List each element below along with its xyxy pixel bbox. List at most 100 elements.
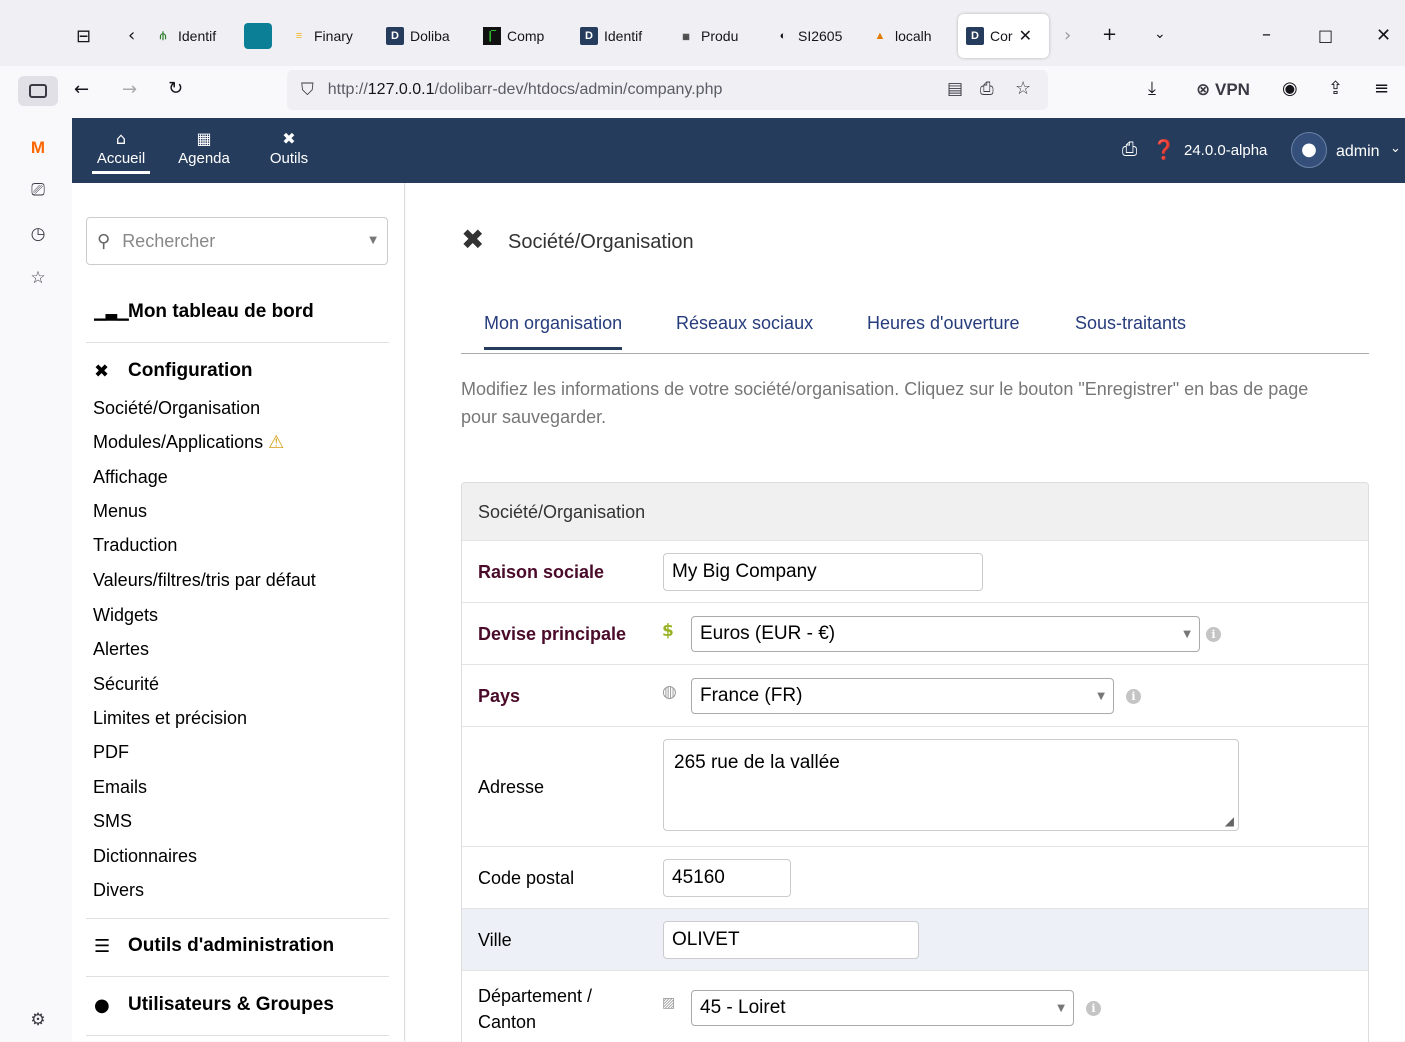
name-input[interactable]: My Big Company	[663, 553, 983, 591]
browser-tab[interactable]: ≡ Finary	[290, 14, 370, 58]
menu-configuration[interactable]: ✖ Configuration	[94, 360, 253, 382]
menu-item-affichage[interactable]: Affichage	[93, 467, 168, 488]
tab-scroll-left-icon[interactable]: ‹	[128, 25, 135, 46]
intro-line-1: Modifiez les informations de votre socié…	[461, 379, 1309, 399]
bookmark-star-icon[interactable]: ☆	[1015, 78, 1031, 99]
shield-icon[interactable]: ⛉	[301, 80, 314, 100]
help-icon[interactable]: ❓	[1152, 138, 1176, 161]
forward-arrow-icon[interactable]: →	[122, 79, 137, 100]
reload-icon[interactable]: ↻	[168, 78, 183, 99]
row-departement: Département / Canton ▨ 45 - Loiret ▼ i	[462, 970, 1368, 1042]
url-path: /dolibarr-dev/htdocs/admin/company.php	[434, 81, 723, 98]
state-select[interactable]: 45 - Loiret ▼	[691, 990, 1074, 1026]
sidebar-toggle-icon[interactable]	[18, 76, 58, 106]
finary-icon: ≡	[295, 30, 303, 42]
info-icon[interactable]: i	[1126, 689, 1141, 704]
menu-admin-tools[interactable]: ☰ Outils d'administration	[94, 935, 334, 957]
browser-tab[interactable]	[244, 14, 274, 58]
menu-item-widgets[interactable]: Widgets	[93, 605, 158, 626]
warning-icon: ⚠	[268, 432, 285, 453]
info-icon[interactable]: i	[1206, 627, 1221, 642]
back-arrow-icon[interactable]: ←	[74, 79, 89, 100]
new-tab-icon[interactable]: +	[1102, 24, 1117, 45]
menu-users-groups[interactable]: ● Utilisateurs & Groupes	[94, 994, 334, 1016]
topmenu-agenda[interactable]: ▦ Agenda	[172, 128, 236, 167]
menu-item-sms[interactable]: SMS	[93, 811, 132, 832]
mozilla-m-icon[interactable]: M	[26, 136, 50, 160]
topmenu-outils[interactable]: ✖ Outils	[260, 128, 318, 167]
zip-input[interactable]: 45160	[663, 859, 791, 897]
browser-tab-label: Identif	[178, 28, 217, 44]
state-selected-value: 45 - Loiret	[700, 997, 786, 1018]
currency-select[interactable]: Euros (EUR - €) ▼	[691, 616, 1200, 652]
menu-item-valeurs[interactable]: Valeurs/filtres/tris par défaut	[93, 570, 316, 591]
account-icon[interactable]: ◉	[1282, 78, 1298, 99]
tab-reseaux-sociaux[interactable]: Réseaux sociaux	[676, 313, 813, 334]
search-dropdown-arrow-icon[interactable]: ▼	[369, 235, 377, 246]
menu-dashboard[interactable]: ▁▃▁ Mon tableau de bord	[94, 301, 314, 323]
left-menu: ⚲ Rechercher ▼ ▁▃▁ Mon tableau de bord ✖…	[72, 183, 405, 1041]
search-input[interactable]: ⚲ Rechercher ▼	[86, 217, 388, 265]
menu-item-pdf[interactable]: PDF	[93, 742, 129, 763]
synced-tabs-icon[interactable]: ⎚	[26, 178, 50, 202]
topmenu-label: Agenda	[178, 150, 230, 167]
resize-handle-icon[interactable]: ◢	[1225, 814, 1234, 828]
dolibarr-top-bar: ⌂ Accueil ▦ Agenda ✖ Outils ⎙ ❓ 24.0.0-a…	[72, 118, 1405, 183]
menu-item-alertes[interactable]: Alertes	[93, 639, 149, 660]
tab-heures-ouverture[interactable]: Heures d'ouverture	[867, 313, 1020, 334]
tab-mon-organisation[interactable]: Mon organisation	[484, 313, 623, 350]
tab-overflow-chevron-icon[interactable]: ⌄	[1154, 26, 1166, 42]
version-label: 24.0.0-alpha	[1184, 142, 1268, 159]
user-name[interactable]: admin	[1336, 143, 1380, 161]
menu-admin-tools-label: Outils d'administration	[128, 935, 335, 956]
browser-tab[interactable]: |‾ Comp	[483, 14, 563, 58]
menu-item-modules[interactable]: Modules/Applications ⚠	[93, 432, 284, 453]
browser-tab[interactable]: D Doliba	[386, 14, 466, 58]
browser-tab[interactable]: ⫛ Identif	[154, 14, 234, 58]
info-icon[interactable]: i	[1086, 1001, 1101, 1016]
print-icon[interactable]: ⎙	[1122, 138, 1137, 160]
history-clock-icon[interactable]: ◷	[26, 222, 50, 246]
browser-tab-active[interactable]: D Cor ✕	[958, 14, 1049, 58]
menu-item-limites[interactable]: Limites et précision	[93, 708, 247, 729]
browser-toolbar: ← → ↻ ⛉ http://127.0.0.1/dolibarr-dev/ht…	[0, 66, 1405, 118]
downloads-icon[interactable]: ⤓	[1148, 78, 1156, 99]
sidebar-settings-gear-icon[interactable]: ⚙	[26, 1008, 50, 1032]
user-avatar-icon[interactable]: ●	[1291, 132, 1327, 168]
browser-tab[interactable]: ▦ Produ	[677, 14, 757, 58]
menu-item-menus[interactable]: Menus	[93, 501, 147, 522]
menu-item-securite[interactable]: Sécurité	[93, 674, 159, 695]
country-select[interactable]: France (FR) ▼	[691, 678, 1114, 714]
menu-item-dictionnaires[interactable]: Dictionnaires	[93, 846, 197, 867]
window-close-icon[interactable]: ✕	[1376, 25, 1391, 46]
tab-sous-traitants[interactable]: Sous-traitants	[1075, 313, 1186, 334]
label-departement: Département / Canton	[478, 983, 592, 1035]
bookmarks-star-icon[interactable]: ☆	[26, 266, 50, 290]
reader-view-icon[interactable]: ▤	[947, 79, 963, 99]
url-bar[interactable]: ⛉ http://127.0.0.1/dolibarr-dev/htdocs/a…	[287, 70, 1048, 110]
browser-tab[interactable]: ◐ SI2605	[774, 14, 854, 58]
menu-item-societe[interactable]: Société/Organisation	[93, 398, 260, 419]
share-icon[interactable]: ⇪	[1328, 78, 1343, 99]
town-input[interactable]: OLIVET	[663, 921, 919, 959]
currency-selected-value: Euros (EUR - €)	[700, 623, 836, 644]
menu-item-traduction[interactable]: Traduction	[93, 535, 177, 556]
close-tab-icon[interactable]: ✕	[1019, 26, 1032, 46]
row-code-postal: Code postal 45160	[462, 846, 1368, 908]
menu-item-divers[interactable]: Divers	[93, 880, 144, 901]
tools-icon: ✖	[282, 129, 296, 148]
app-menu-icon[interactable]: ≡	[1374, 78, 1389, 99]
maximize-icon[interactable]: □	[1318, 26, 1333, 45]
tab-scroll-right-icon[interactable]: ›	[1064, 25, 1071, 46]
address-textarea[interactable]: 265 rue de la vallée ◢	[663, 739, 1239, 831]
user-dropdown-chevron-icon[interactable]: ⌄	[1390, 141, 1401, 156]
browser-tab[interactable]: D Identif	[580, 14, 660, 58]
minimize-icon[interactable]: –	[1262, 24, 1271, 45]
save-page-icon[interactable]: ⎙	[980, 79, 994, 99]
menu-item-emails[interactable]: Emails	[93, 777, 147, 798]
browser-tab[interactable]: ▲ localh	[871, 14, 951, 58]
vpn-button[interactable]: ⊗ VPN	[1196, 80, 1250, 100]
topmenu-accueil[interactable]: ⌂ Accueil	[92, 128, 150, 174]
label-devise: Devise principale	[478, 624, 627, 644]
tab-list-icon[interactable]: ⊟	[76, 26, 91, 47]
